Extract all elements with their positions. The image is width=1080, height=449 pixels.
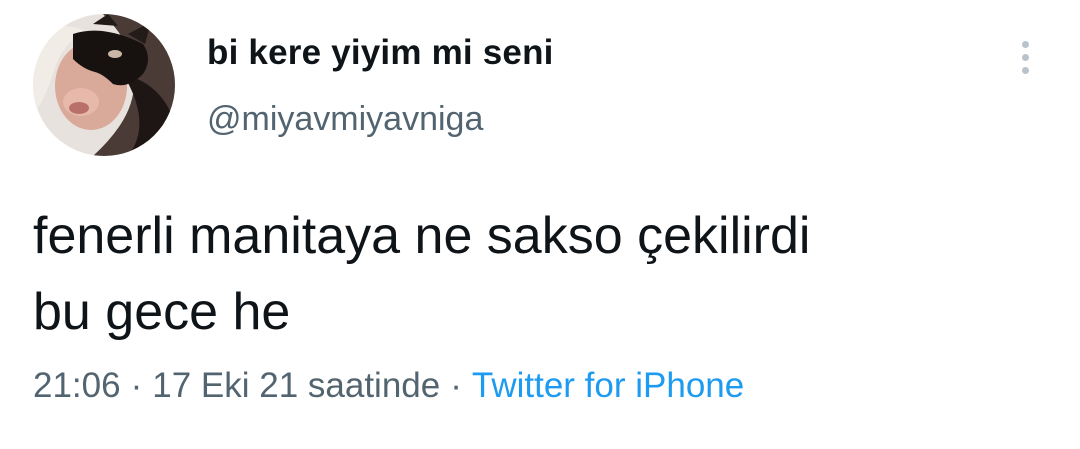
avatar-photo (33, 14, 175, 156)
more-dot (1022, 41, 1029, 48)
tweet-card: bi kere yiyim mi seni @miyavmiyavniga fe… (0, 0, 1080, 449)
more-dot (1022, 54, 1029, 61)
tweet-text-line-2: bu gece he (33, 283, 291, 341)
user-handle[interactable]: @miyavmiyavniga (207, 100, 483, 139)
meta-separator: · (130, 366, 143, 405)
tweet-text: fenerli manitaya ne sakso çekilirdi bu ge… (33, 198, 1053, 350)
more-options-icon[interactable] (1014, 40, 1038, 76)
meta-separator: · (450, 366, 462, 405)
tweet-text-line-1: fenerli manitaya ne sakso çekilirdi (33, 207, 811, 265)
display-name[interactable]: bi kere yiyim mi seni (207, 33, 554, 73)
tweet-source-link[interactable]: Twitter for iPhone (472, 366, 744, 405)
avatar[interactable] (33, 14, 175, 156)
tweet-meta: 21:06 · 17 Eki 21 saatinde · Twitter for iPh… (33, 366, 744, 406)
tweet-date[interactable]: 17 Eki 21 saatinde (152, 366, 440, 405)
more-dot (1022, 67, 1029, 74)
tweet-time[interactable]: 21:06 (33, 366, 121, 405)
